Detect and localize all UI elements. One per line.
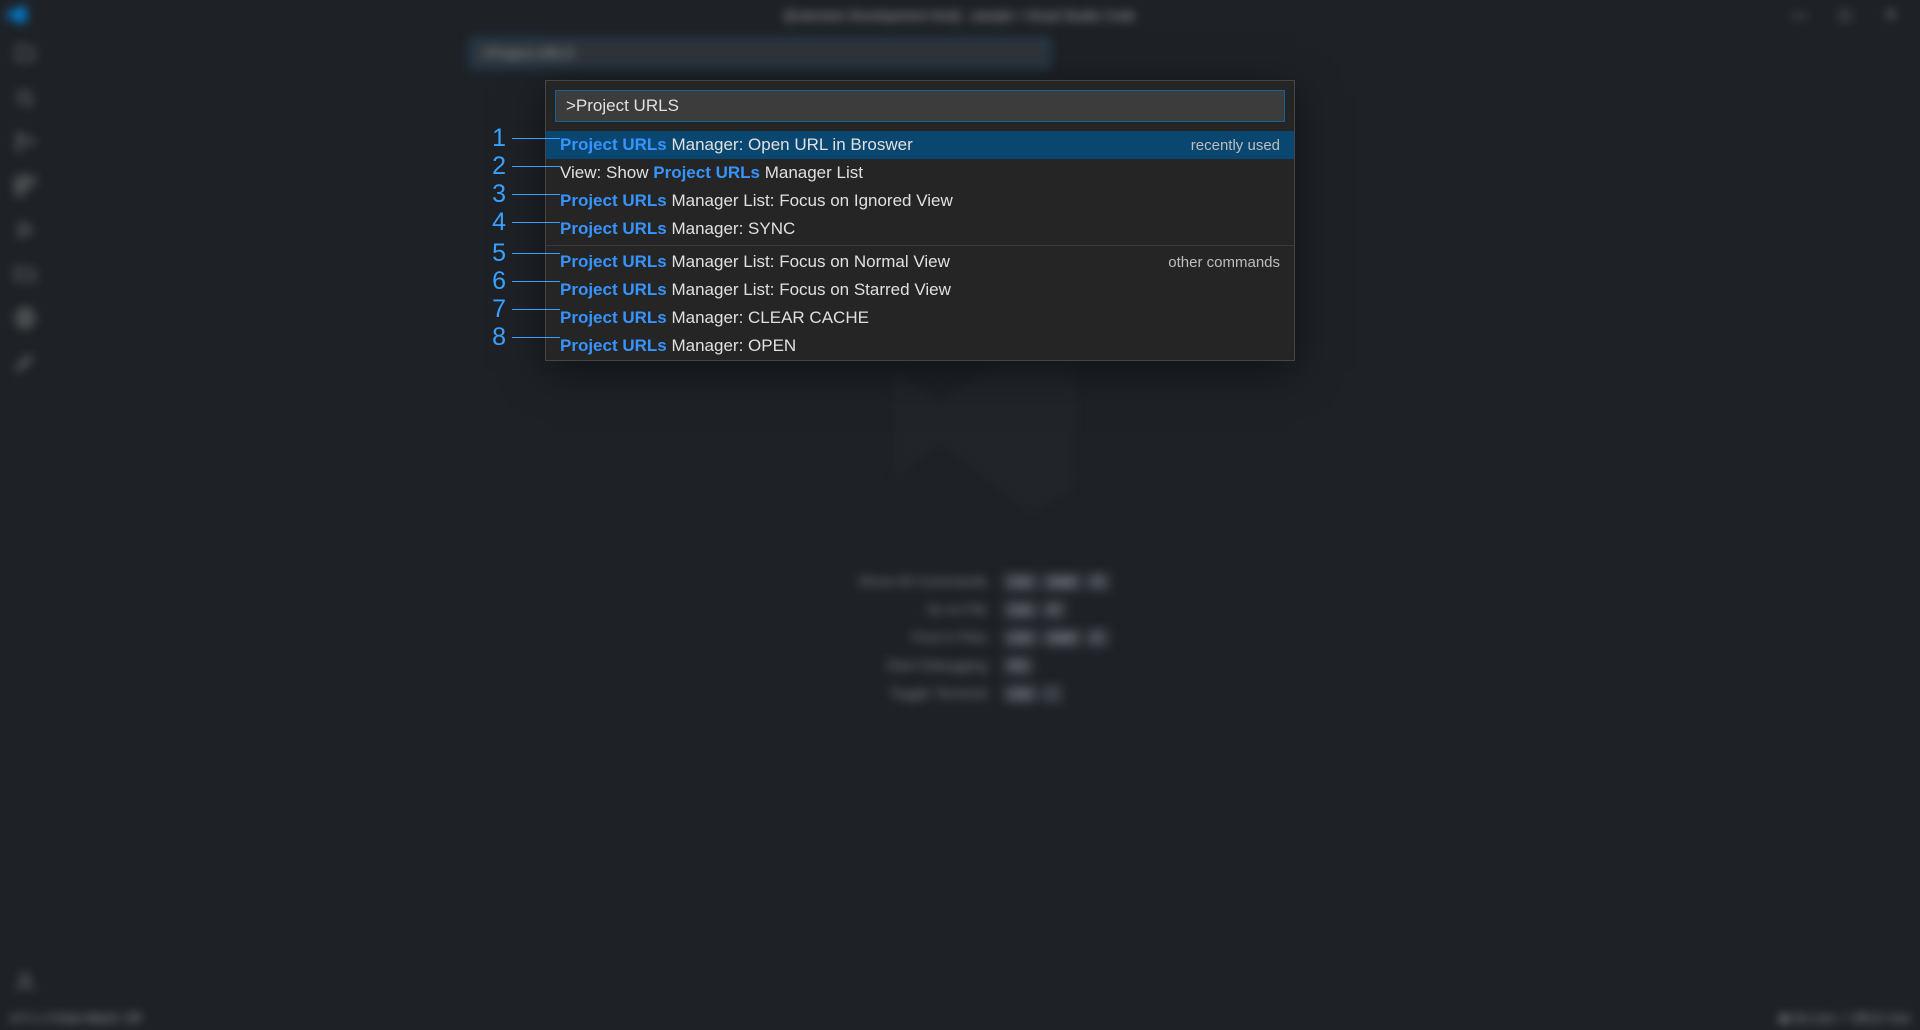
cmd-show-manager-list[interactable]: View: Show Project URLs Manager List <box>546 159 1294 187</box>
command-label: Manager: CLEAR CACHE <box>667 308 869 328</box>
status-problems[interactable]: ⊘ 0 ⚠ 0 Auto Attach: Off <box>10 1011 141 1025</box>
activity-bar <box>0 30 50 1006</box>
command-highlight: Project URLs <box>560 219 667 239</box>
run-debug-icon[interactable] <box>11 216 39 244</box>
callout-number: 5 <box>482 239 506 268</box>
command-highlight: Project URLs <box>560 280 667 300</box>
watermark-cmd-label: Start Debugging <box>858 657 987 675</box>
callout-8: 8 <box>482 323 560 351</box>
search-icon[interactable] <box>11 84 39 112</box>
watermark-cmd-keys: CtrlShiftP <box>1001 573 1112 591</box>
callout-number: 7 <box>482 295 506 324</box>
cmd-focus-normal-view[interactable]: Project URLs Manager List: Focus on Norm… <box>546 248 1294 276</box>
annotation-callouts: 12345678 <box>482 124 560 351</box>
command-label: View: Show <box>560 163 653 183</box>
callout-7: 7 <box>482 295 560 323</box>
watermark-cmd-label: Toggle Terminal <box>858 685 987 703</box>
watermark-cmd-keys: CtrlShiftF <box>1001 629 1112 647</box>
title-bar: [Extension Development Host] - sample • … <box>0 0 1920 30</box>
cmd-open[interactable]: Project URLs Manager: OPEN <box>546 332 1294 360</box>
command-label: Manager List <box>760 163 863 183</box>
extensions-icon[interactable] <box>11 172 39 200</box>
maximize-button[interactable]: ▢ <box>1822 2 1868 28</box>
command-label: Manager: OPEN <box>667 336 796 356</box>
command-label: Manager: Open URL in Broswer <box>667 135 913 155</box>
callout-1: 1 <box>482 124 560 152</box>
callout-6: 6 <box>482 267 560 295</box>
callout-number: 6 <box>482 267 506 296</box>
command-label: Manager List: Focus on Ignored View <box>667 191 953 211</box>
callout-number: 3 <box>482 180 506 209</box>
cmd-focus-starred-view[interactable]: Project URLs Manager List: Focus on Star… <box>546 276 1294 304</box>
command-palette: Project URLs Manager: Open URL in Broswe… <box>545 80 1295 361</box>
cmd-clear-cache[interactable]: Project URLs Manager: CLEAR CACHE <box>546 304 1294 332</box>
watermark-command-list: Show All Commands CtrlShiftP Go to File Ctr… <box>858 573 1112 703</box>
watermark-cmd-keys: Ctrl` <box>1001 685 1112 703</box>
callout-line-icon <box>512 138 560 139</box>
window-title: [Extension Development Host] - sample • … <box>785 8 1135 23</box>
watermark-cmd-label: Go to File <box>858 601 987 619</box>
callout-line-icon <box>512 309 560 310</box>
folder-icon[interactable] <box>11 260 39 288</box>
command-palette-input[interactable] <box>555 90 1285 122</box>
cmd-focus-ignored-view[interactable]: Project URLs Manager List: Focus on Igno… <box>546 187 1294 215</box>
callout-number: 1 <box>482 124 506 153</box>
close-button[interactable]: ✕ <box>1868 2 1914 28</box>
callout-line-icon <box>512 222 560 223</box>
command-hint: recently used <box>1191 137 1280 154</box>
callout-line-icon <box>512 337 560 338</box>
minimize-button[interactable]: ── <box>1776 2 1822 28</box>
watermark-cmd-label: Find in Files <box>858 629 987 647</box>
callout-2: 2 <box>482 152 560 180</box>
background-quick-input: >Project URLS <box>470 38 1050 68</box>
status-bar: ⊘ 0 ⚠ 0 Auto Attach: Off ◉ Go Live ✓ URL… <box>0 1006 1920 1030</box>
callout-line-icon <box>512 281 560 282</box>
command-label: Manager List: Focus on Normal View <box>667 252 950 272</box>
command-highlight: Project URLs <box>653 163 760 183</box>
command-label: Manager List: Focus on Starred View <box>667 280 951 300</box>
callout-line-icon <box>512 253 560 254</box>
vscode-logo-icon <box>8 6 26 24</box>
cmd-sync[interactable]: Project URLs Manager: SYNC <box>546 215 1294 243</box>
watermark-cmd-keys: CtrlP <box>1001 601 1112 619</box>
command-palette-results: Project URLs Manager: Open URL in Broswe… <box>546 131 1294 360</box>
callout-number: 8 <box>482 323 506 352</box>
edit-icon[interactable] <box>11 348 39 376</box>
callout-line-icon <box>512 166 560 167</box>
callout-number: 4 <box>482 208 506 237</box>
command-highlight: Project URLs <box>560 191 667 211</box>
watermark-cmd-keys: F5 <box>1001 657 1112 675</box>
callout-4: 4 <box>482 208 560 236</box>
explorer-icon[interactable] <box>11 40 39 68</box>
callout-number: 2 <box>482 152 506 181</box>
command-highlight: Project URLs <box>560 252 667 272</box>
command-hint: other commands <box>1168 254 1280 271</box>
command-highlight: Project URLs <box>560 308 667 328</box>
callout-3: 3 <box>482 180 560 208</box>
cmd-open-url-in-browser[interactable]: Project URLs Manager: Open URL in Broswe… <box>546 131 1294 159</box>
command-highlight: Project URLs <box>560 336 667 356</box>
command-label: Manager: SYNC <box>667 219 796 239</box>
remote-icon[interactable] <box>11 304 39 332</box>
callout-5: 5 <box>482 239 560 267</box>
status-right[interactable]: ◉ Go Live ✓ URLS: true <box>1779 1011 1910 1025</box>
watermark-cmd-label: Show All Commands <box>858 573 987 591</box>
command-highlight: Project URLs <box>560 135 667 155</box>
source-control-icon[interactable] <box>11 128 39 156</box>
callout-line-icon <box>512 194 560 195</box>
accounts-icon[interactable] <box>11 968 39 996</box>
